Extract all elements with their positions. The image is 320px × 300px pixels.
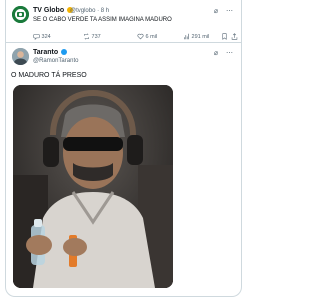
views-count: 291 mil bbox=[191, 33, 210, 40]
post-card: TV Globo @tvglobo · 8 h ⌀ ⋯ SE O CABO VE… bbox=[5, 0, 242, 297]
quoted-handle[interactable]: @tvglobo bbox=[70, 8, 95, 14]
reply-button[interactable]: 324 bbox=[33, 33, 51, 40]
more-icon[interactable]: ⋯ bbox=[226, 8, 233, 15]
globo-logo-icon bbox=[12, 6, 29, 23]
quoted-author-name[interactable]: TV Globo bbox=[33, 7, 64, 14]
share-button[interactable] bbox=[231, 33, 238, 40]
repost-button[interactable]: 737 bbox=[83, 33, 101, 40]
quoted-time[interactable]: 8 h bbox=[101, 8, 109, 14]
author-name[interactable]: Taranto bbox=[33, 49, 58, 56]
photo-man-with-headphones bbox=[13, 85, 173, 288]
reply-icon bbox=[33, 34, 40, 40]
profile-photo-icon bbox=[12, 48, 29, 65]
repost-count: 737 bbox=[91, 33, 101, 40]
post-divider bbox=[6, 42, 241, 43]
post-text: O MADURO TÁ PRESO bbox=[11, 72, 87, 79]
author-handle[interactable]: @RamonTaranto bbox=[33, 58, 78, 64]
views-button[interactable]: 291 mil bbox=[183, 33, 209, 40]
taranto-avatar[interactable] bbox=[12, 48, 29, 65]
bookmark-button[interactable] bbox=[221, 33, 228, 40]
reply-count: 324 bbox=[41, 33, 51, 40]
quoted-post[interactable]: TV Globo @tvglobo · 8 h ⌀ ⋯ SE O CABO VE… bbox=[6, 0, 241, 42]
like-button[interactable]: 6 mil bbox=[137, 33, 157, 40]
quoted-top-icons: ⌀ ⋯ bbox=[214, 7, 233, 15]
post-image[interactable] bbox=[13, 85, 173, 288]
post-top-icons: ⌀ ⋯ bbox=[214, 49, 233, 57]
repost-icon bbox=[84, 33, 89, 40]
quoted-actions: 324 737 6 mil 291 mil bbox=[33, 33, 238, 41]
heart-icon bbox=[137, 33, 144, 40]
grok-icon[interactable]: ⌀ bbox=[214, 50, 218, 57]
share-icon bbox=[231, 33, 238, 40]
like-count: 6 mil bbox=[145, 33, 158, 40]
tv-globo-avatar[interactable] bbox=[12, 6, 29, 23]
views-icon bbox=[184, 33, 189, 40]
more-icon[interactable]: ⋯ bbox=[226, 50, 233, 57]
verified-icon bbox=[61, 49, 68, 56]
bookmark-icon bbox=[222, 33, 227, 40]
quoted-text: SE O CABO VERDE TA ASSIM IMAGINA MADURO bbox=[33, 17, 172, 23]
grok-icon[interactable]: ⌀ bbox=[214, 8, 218, 15]
dot-separator: · bbox=[97, 8, 100, 14]
